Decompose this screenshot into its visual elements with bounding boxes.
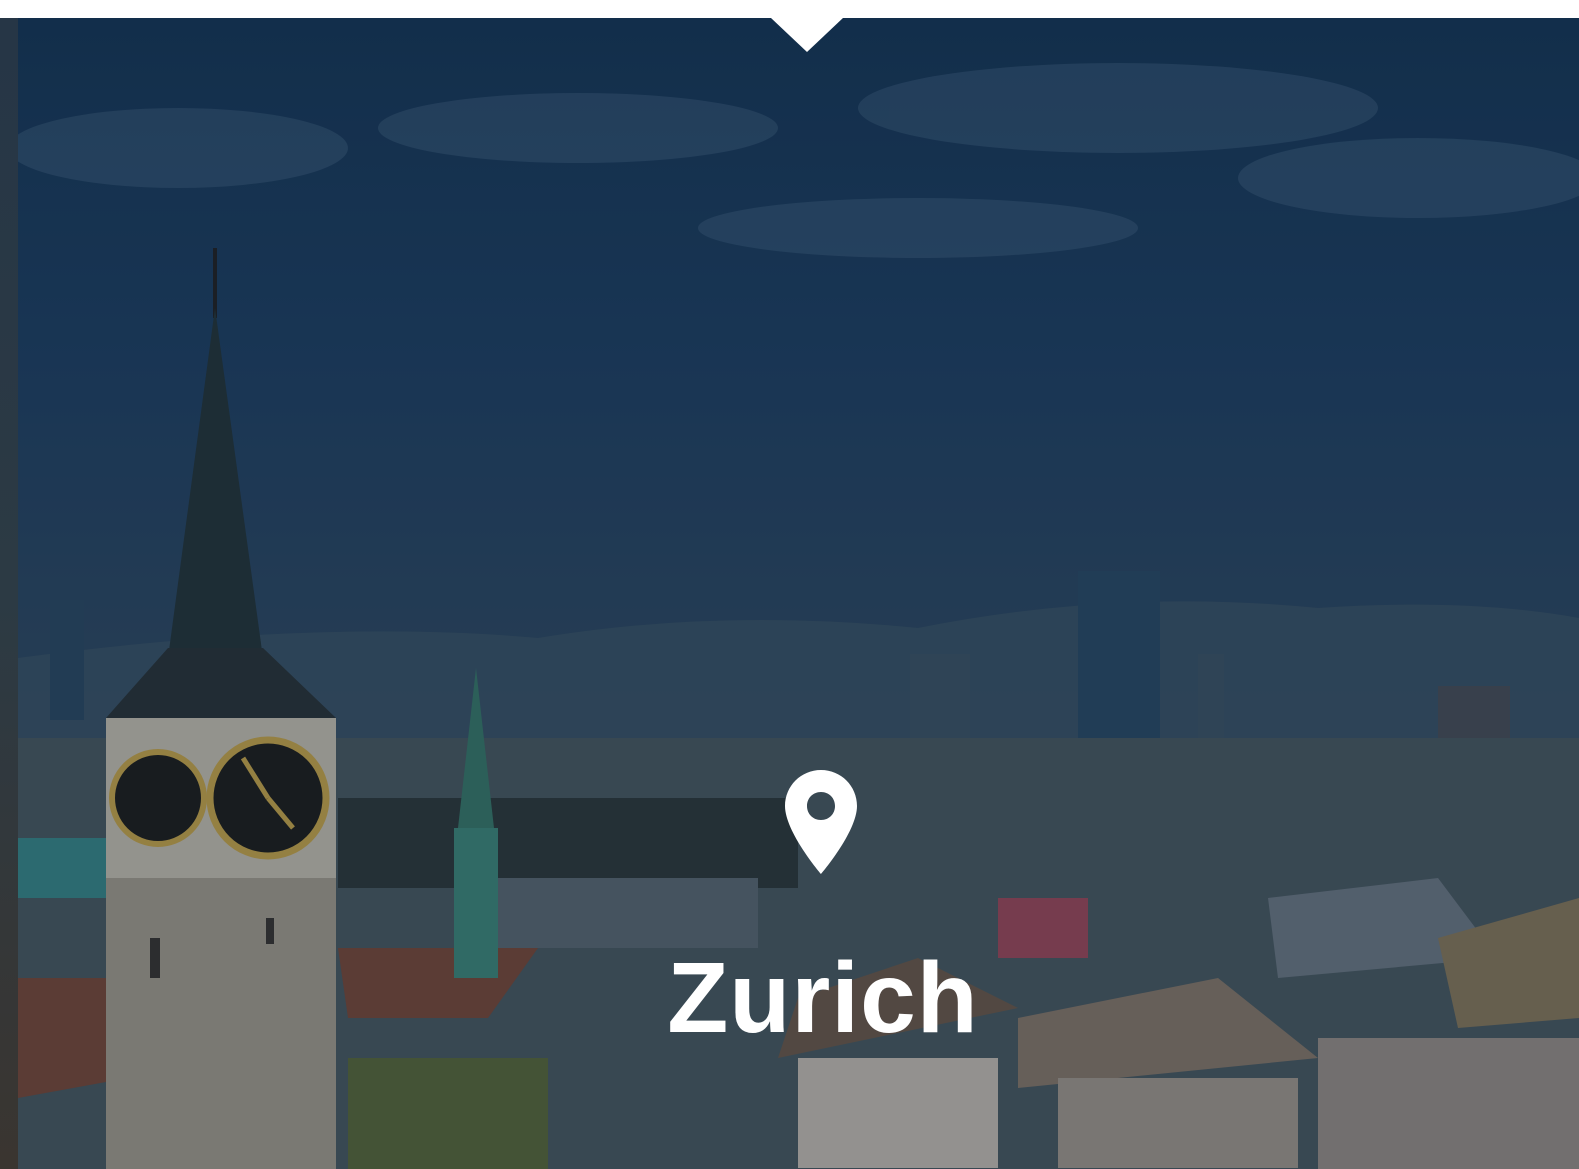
- destination-card-page: Zurich: [0, 0, 1579, 1169]
- location-pin-icon: [785, 770, 857, 874]
- city-title: Zurich: [667, 942, 979, 1054]
- destination-hero-card[interactable]: Zurich: [18, 18, 1579, 1169]
- header-pointer-notch: [752, 0, 862, 52]
- previous-card-edge[interactable]: [0, 18, 18, 1169]
